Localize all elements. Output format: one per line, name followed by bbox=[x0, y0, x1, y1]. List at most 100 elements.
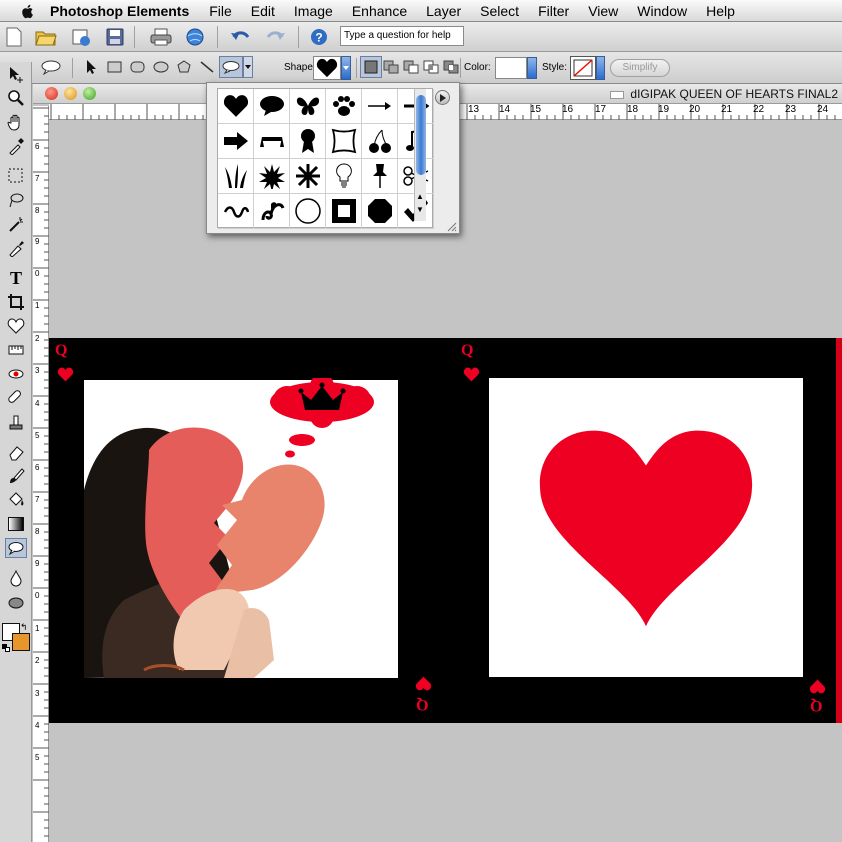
shape-thin-arrow-icon[interactable] bbox=[362, 89, 398, 124]
ruler-label: 6 bbox=[35, 463, 40, 472]
lasso-tool-icon[interactable] bbox=[5, 190, 27, 210]
minimize-window-icon[interactable] bbox=[64, 87, 77, 100]
organizer-icon[interactable] bbox=[70, 26, 92, 48]
zoom-window-icon[interactable] bbox=[83, 87, 96, 100]
shape-tool-dropdown-icon[interactable] bbox=[243, 56, 253, 78]
shape-grass-icon[interactable] bbox=[218, 159, 254, 194]
shape-octagon-icon[interactable] bbox=[362, 194, 398, 229]
rectangle-tool-icon[interactable] bbox=[104, 56, 126, 78]
shape-circle-icon[interactable] bbox=[290, 194, 326, 229]
shape-cherries-icon[interactable] bbox=[362, 124, 398, 159]
eyedropper-tool-icon[interactable] bbox=[5, 136, 27, 156]
menu-enhance[interactable]: Enhance bbox=[352, 3, 407, 19]
shape-light-bulb-icon[interactable] bbox=[326, 159, 362, 194]
new-shape-layer-icon[interactable] bbox=[360, 56, 382, 78]
shape-ornament-icon[interactable] bbox=[218, 194, 254, 229]
menu-image[interactable]: Image bbox=[294, 3, 333, 19]
shape-selection-tool-icon[interactable] bbox=[80, 56, 102, 78]
shape-speech-bubble-icon[interactable] bbox=[254, 89, 290, 124]
clone-stamp-tool-icon[interactable] bbox=[5, 412, 27, 432]
app-name-menu[interactable]: Photoshop Elements bbox=[50, 3, 189, 19]
picker-menu-button[interactable] bbox=[435, 90, 450, 105]
healing-brush-tool-icon[interactable] bbox=[5, 388, 27, 408]
shape-heart-icon[interactable] bbox=[218, 89, 254, 124]
style-swatch[interactable] bbox=[570, 56, 596, 80]
marquee-tool-icon[interactable] bbox=[5, 166, 27, 186]
shape-picker-arrow-button[interactable] bbox=[341, 56, 351, 80]
subtract-shape-icon[interactable] bbox=[400, 56, 422, 78]
background-color-swatch[interactable] bbox=[12, 633, 30, 651]
save-icon[interactable] bbox=[104, 26, 126, 48]
scroll-up-arrow-icon[interactable]: ▲ bbox=[416, 192, 424, 201]
menu-file[interactable]: File bbox=[209, 3, 232, 19]
color-swatch[interactable] bbox=[495, 57, 527, 79]
new-document-icon[interactable] bbox=[3, 26, 25, 48]
paint-bucket-tool-icon[interactable] bbox=[5, 490, 27, 510]
custom-shape-tool-active-icon[interactable] bbox=[5, 538, 27, 558]
help-search-input[interactable]: Type a question for help bbox=[340, 26, 464, 46]
close-window-icon[interactable] bbox=[45, 87, 58, 100]
shape-snowflake-icon[interactable] bbox=[290, 159, 326, 194]
menu-window[interactable]: Window bbox=[637, 3, 687, 19]
shape-frame-icon[interactable] bbox=[326, 124, 362, 159]
shape-picker-scrollbar[interactable]: ▲ ▼ bbox=[414, 89, 426, 221]
simplify-button[interactable]: Simplify bbox=[610, 59, 670, 77]
undo-icon[interactable] bbox=[230, 26, 252, 48]
menu-select[interactable]: Select bbox=[480, 3, 519, 19]
magic-wand-tool-icon[interactable] bbox=[5, 214, 27, 234]
resize-grip-icon[interactable] bbox=[445, 219, 457, 232]
online-sharing-icon[interactable] bbox=[184, 26, 206, 48]
apple-logo-icon[interactable] bbox=[18, 3, 38, 19]
help-icon[interactable]: ? bbox=[308, 26, 330, 48]
shape-starburst-icon[interactable] bbox=[254, 159, 290, 194]
rounded-rectangle-tool-icon[interactable] bbox=[127, 56, 149, 78]
shape-award-ribbon-icon[interactable] bbox=[290, 124, 326, 159]
straighten-tool-icon[interactable] bbox=[5, 340, 27, 360]
polygon-tool-icon[interactable] bbox=[173, 56, 195, 78]
exclude-shape-icon[interactable] bbox=[440, 56, 462, 78]
open-folder-icon[interactable] bbox=[35, 26, 57, 48]
menu-layer[interactable]: Layer bbox=[426, 3, 461, 19]
custom-shape-selected-icon[interactable] bbox=[219, 56, 243, 78]
scrollbar-thumb[interactable] bbox=[416, 95, 426, 175]
shape-paw-print-icon[interactable] bbox=[326, 89, 362, 124]
shape-thumbtack-icon[interactable] bbox=[362, 159, 398, 194]
cookie-cutter-tool-icon[interactable] bbox=[5, 316, 27, 336]
crop-tool-icon[interactable] bbox=[5, 292, 27, 312]
shape-picker-swatch[interactable] bbox=[313, 56, 341, 80]
redo-icon[interactable] bbox=[264, 26, 286, 48]
scroll-down-arrow-icon[interactable]: ▼ bbox=[416, 205, 424, 214]
intersect-shape-icon[interactable] bbox=[420, 56, 442, 78]
shape-butterfly-icon[interactable] bbox=[290, 89, 326, 124]
blur-tool-icon[interactable] bbox=[5, 568, 27, 588]
default-colors-icon[interactable] bbox=[2, 644, 10, 652]
sponge-tool-icon[interactable] bbox=[5, 592, 27, 612]
menu-edit[interactable]: Edit bbox=[251, 3, 275, 19]
ellipse-tool-icon[interactable] bbox=[150, 56, 172, 78]
style-dropdown-button[interactable] bbox=[596, 56, 605, 80]
custom-shape-tool-icon[interactable] bbox=[40, 56, 62, 78]
line-tool-icon[interactable] bbox=[196, 56, 218, 78]
digipak-card-artwork[interactable]: Q Q Q Q bbox=[49, 338, 842, 723]
menu-view[interactable]: View bbox=[588, 3, 618, 19]
red-eye-tool-icon[interactable] bbox=[5, 364, 27, 384]
zoom-tool-icon[interactable] bbox=[5, 88, 27, 108]
menu-filter[interactable]: Filter bbox=[538, 3, 569, 19]
menu-bar: Photoshop Elements File Edit Image Enhan… bbox=[0, 0, 842, 22]
gradient-tool-icon[interactable] bbox=[5, 514, 27, 534]
type-tool-icon[interactable]: T bbox=[5, 268, 27, 288]
brush-tool-icon[interactable] bbox=[5, 466, 27, 486]
add-to-shape-icon[interactable] bbox=[380, 56, 402, 78]
menu-help[interactable]: Help bbox=[706, 3, 735, 19]
shape-banner-icon[interactable] bbox=[254, 124, 290, 159]
print-icon[interactable] bbox=[150, 26, 172, 48]
eraser-tool-icon[interactable] bbox=[5, 442, 27, 462]
swap-colors-icon[interactable]: ↰ bbox=[20, 622, 28, 633]
brush-selection-tool-icon[interactable] bbox=[5, 238, 27, 258]
color-dropdown-button[interactable] bbox=[527, 57, 537, 79]
move-tool-icon[interactable] bbox=[5, 64, 27, 84]
shape-flourish-icon[interactable] bbox=[254, 194, 290, 229]
shape-block-arrow-icon[interactable] bbox=[218, 124, 254, 159]
hand-tool-icon[interactable] bbox=[5, 112, 27, 132]
shape-square-frame-icon[interactable] bbox=[326, 194, 362, 229]
